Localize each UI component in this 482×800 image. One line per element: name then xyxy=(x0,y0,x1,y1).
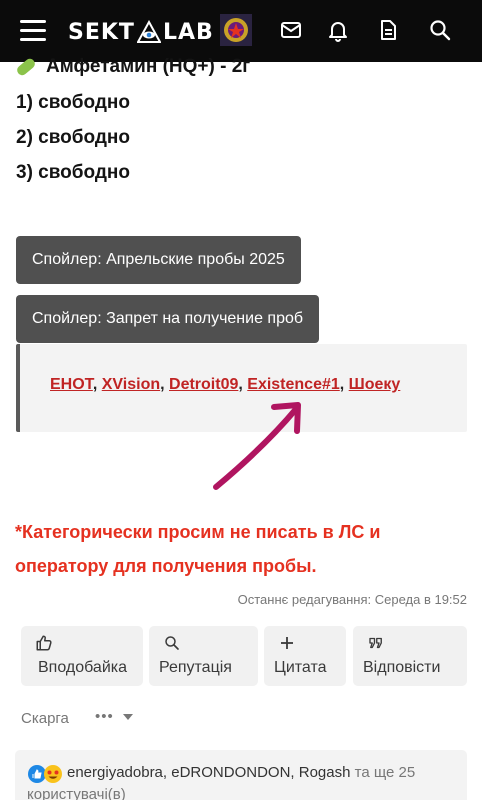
last-edited: Останнє редагування: Середа в 19:52 xyxy=(237,592,467,607)
reaction-rest: та ще 25 xyxy=(350,764,416,781)
warning-line-2: оператору для получения пробы. xyxy=(15,556,317,576)
slot-line-1: 1) свободно xyxy=(16,92,131,113)
user-link[interactable]: ЕНОТ xyxy=(50,376,93,393)
reputation-button[interactable]: Репутація xyxy=(149,626,258,686)
slot-line-3: 3) свободно xyxy=(16,162,131,183)
site-logo[interactable]: SEKT LAB xyxy=(68,17,214,47)
post-title-text: Амфетамин (HQ+) - 2г xyxy=(46,56,251,77)
more-dots: ••• xyxy=(95,708,114,725)
user-link[interactable]: Detroit09 xyxy=(169,376,238,393)
pointer-arrow-icon xyxy=(213,402,301,490)
quote-label: Цитата xyxy=(274,659,327,676)
quote-button[interactable]: Цитата xyxy=(264,626,346,686)
warning-text: *Категорически просим не писать в ЛС и о… xyxy=(15,515,475,583)
document-icon[interactable] xyxy=(376,18,400,42)
plus-icon xyxy=(281,637,293,649)
user-link[interactable]: Existence#1 xyxy=(247,376,340,393)
logo-text-left: SEKT xyxy=(68,19,135,45)
search-icon xyxy=(165,636,179,650)
like-button[interactable]: Вподобайка xyxy=(21,626,143,686)
menu-icon[interactable] xyxy=(20,20,46,42)
reaction-users: energiyadobra, eDRONDONDON, Rogash та ще… xyxy=(67,764,415,781)
more-menu[interactable]: ••• xyxy=(95,708,133,725)
top-navbar: SEKT LAB xyxy=(0,0,482,62)
like-label: Вподобайка xyxy=(38,659,127,676)
logo-eye-icon xyxy=(136,20,161,43)
chevron-down-icon xyxy=(122,714,133,721)
post-title: Амфетамин (HQ+) - 2г xyxy=(15,56,251,78)
spoiler-ban-button[interactable]: Спойлер: Запрет на получение проб xyxy=(16,295,320,343)
reply-button[interactable]: Відповісти xyxy=(353,626,467,686)
reaction-user-names[interactable]: energiyadobra, eDRONDONDON, Rogash xyxy=(67,764,350,781)
thumbs-up-icon xyxy=(36,635,52,651)
reaction-icons xyxy=(28,765,62,783)
slot-line-2: 2) свободно xyxy=(16,127,131,148)
reaction-count-line: користувачі(в) xyxy=(27,786,126,800)
messages-icon[interactable] xyxy=(279,18,303,42)
quote-marks-icon xyxy=(369,637,382,649)
report-link[interactable]: Скарга xyxy=(21,710,69,727)
logo-text-right: LAB xyxy=(162,19,214,45)
pill-icon xyxy=(15,56,37,78)
bell-icon[interactable] xyxy=(326,18,350,42)
user-link[interactable]: XVision xyxy=(102,376,160,393)
user-link[interactable]: Шоеку xyxy=(349,376,401,393)
spoiler-april-button[interactable]: Спойлер: Апрельские пробы 2025 xyxy=(16,236,301,284)
search-icon[interactable] xyxy=(428,18,452,42)
user-links: ЕНОТ, XVision, Detroit09, Existence#1, Ш… xyxy=(50,376,401,393)
reply-label: Відповісти xyxy=(363,659,441,676)
emblem-icon xyxy=(220,14,252,46)
reactions-bar[interactable]: energiyadobra, eDRONDONDON, Rogash та ще… xyxy=(15,750,467,800)
warning-line-1: *Категорически просим не писать в ЛС и xyxy=(15,522,381,542)
reputation-label: Репутація xyxy=(159,659,232,676)
